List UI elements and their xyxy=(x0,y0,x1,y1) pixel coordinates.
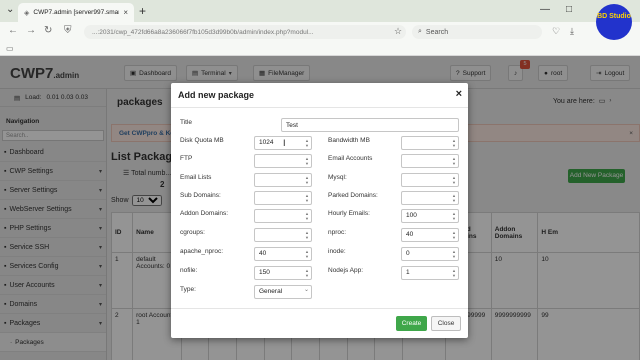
email-lists-input[interactable]: ▲ ▼ xyxy=(254,173,312,187)
inode-label: inode: xyxy=(328,248,346,255)
nproc-label: nproc: xyxy=(328,229,347,236)
pocket-icon[interactable]: ♡ xyxy=(552,26,560,37)
stepper-icon[interactable]: ▲ ▼ xyxy=(452,230,456,240)
type-value: General xyxy=(259,288,283,295)
url-field[interactable]: ...:2031/cwp_472fd66a8a236066f7fb105d3d9… xyxy=(84,25,406,39)
add-package-modal: Add new package × Title Disk Quota MB 10… xyxy=(171,83,468,338)
modal-footer: Create Close xyxy=(171,308,468,338)
type-select[interactable]: General ⌄ xyxy=(254,285,312,299)
forward-icon[interactable]: → xyxy=(26,25,36,36)
bandwidth-label: Bandwidth MB xyxy=(328,137,370,144)
nproc-input[interactable]: 40 ▲ ▼ xyxy=(401,228,459,242)
nofile-value: 150 xyxy=(259,269,270,276)
apache-nproc-value: 40 xyxy=(259,250,267,257)
stepper-icon[interactable]: ▲ ▼ xyxy=(305,175,309,185)
stepper-icon[interactable]: ▲ ▼ xyxy=(305,230,309,240)
modal-close-icon[interactable]: × xyxy=(456,88,462,100)
sub-domains-input[interactable]: ▲ ▼ xyxy=(254,191,312,205)
site-shield-icon[interactable]: ⛨ xyxy=(64,25,72,36)
nodejs-app-input[interactable]: 1 ▲ ▼ xyxy=(401,266,459,280)
browser-tab[interactable]: ◈ CWP7.admin [server997.smarth... × xyxy=(18,3,134,22)
chevron-down-icon: ⌄ xyxy=(303,287,309,293)
parked-domains-input[interactable]: ▲ ▼ xyxy=(401,191,459,205)
stepper-icon[interactable]: ▲ ▼ xyxy=(305,249,309,259)
folder-icon[interactable]: ▭ xyxy=(6,44,14,53)
stepper-icon[interactable]: ▲ ▼ xyxy=(452,211,456,221)
addon-domains-label: Addon Domains: xyxy=(180,210,229,217)
browser-tab-strip: ⌄ ◈ CWP7.admin [server997.smarth... × + … xyxy=(0,0,640,22)
bandwidth-input[interactable]: ▲ ▼ xyxy=(401,136,459,150)
parked-domains-label: Parked Domains: xyxy=(328,192,378,199)
mysql-label: Mysql: xyxy=(328,174,347,181)
tab-title: CWP7.admin [server997.smarth... xyxy=(33,9,120,16)
new-tab-icon[interactable]: + xyxy=(139,4,146,18)
ftp-input[interactable]: ▲ ▼ xyxy=(254,154,312,168)
stepper-icon[interactable]: ▲ ▼ xyxy=(452,138,456,148)
nodejs-app-label: Nodejs App: xyxy=(328,267,364,274)
apache-nproc-label: apache_nproc: xyxy=(180,248,224,255)
hourly-emails-input[interactable]: 100 ▲ ▼ xyxy=(401,209,459,223)
email-accounts-input[interactable]: ▲ ▼ xyxy=(401,154,459,168)
title-input[interactable] xyxy=(281,118,459,132)
cgroups-input[interactable]: ▲ ▼ xyxy=(254,228,312,242)
disk-quota-label: Disk Quota MB xyxy=(180,137,224,144)
reload-icon[interactable]: ↻ xyxy=(44,25,52,36)
modal-header: Add new package × xyxy=(171,83,468,108)
stepper-icon[interactable]: ▲ ▼ xyxy=(305,193,309,203)
email-accounts-label: Email Accounts xyxy=(328,155,373,162)
sub-domains-label: Sub Domains: xyxy=(180,192,221,199)
disk-quota-value: 1024 xyxy=(259,139,274,146)
inode-input[interactable]: 0 ▲ ▼ xyxy=(401,247,459,261)
nofile-label: nofile: xyxy=(180,267,198,274)
nofile-input[interactable]: 150 ▲ ▼ xyxy=(254,266,312,280)
modal-title: Add new package xyxy=(178,90,255,100)
browser-search-field[interactable]: ⌕ Search xyxy=(412,25,542,39)
tab-list-icon[interactable]: ⌄ xyxy=(6,4,14,15)
stepper-icon[interactable]: ▲ ▼ xyxy=(452,175,456,185)
channel-logo: BD Studio xyxy=(596,4,632,40)
close-button[interactable]: Close xyxy=(431,316,461,331)
text-cursor-icon: I xyxy=(283,138,286,148)
close-tab-icon[interactable]: × xyxy=(123,8,128,17)
stepper-icon[interactable]: ▲ ▼ xyxy=(305,211,309,221)
hourly-emails-value: 100 xyxy=(406,212,417,219)
url-text: ...:2031/cwp_472fd66a8a236066f7fb105d3d9… xyxy=(92,28,314,36)
minimize-icon[interactable]: — xyxy=(540,4,550,15)
stepper-icon[interactable]: ▲ ▼ xyxy=(305,268,309,278)
hourly-emails-label: Hourly Emails: xyxy=(328,210,370,217)
bookmarks-bar: ▭ xyxy=(0,42,640,56)
stepper-icon[interactable]: ▲ ▼ xyxy=(452,249,456,259)
browser-search-placeholder: Search xyxy=(425,28,449,36)
inode-value: 0 xyxy=(406,250,410,257)
create-button[interactable]: Create xyxy=(396,316,427,331)
stepper-icon[interactable]: ▲ ▼ xyxy=(452,268,456,278)
ftp-label: FTP xyxy=(180,155,193,162)
downloads-icon[interactable]: ⤓ xyxy=(570,26,574,37)
title-label: Title xyxy=(180,119,193,126)
addon-domains-input[interactable]: ▲ ▼ xyxy=(254,209,312,223)
nproc-value: 40 xyxy=(406,231,414,238)
stepper-icon[interactable]: ▲ ▼ xyxy=(452,156,456,166)
stepper-icon[interactable]: ▲ ▼ xyxy=(305,138,309,148)
nodejs-app-value: 1 xyxy=(406,269,410,276)
maximize-icon[interactable]: □ xyxy=(566,4,572,15)
type-label: Type: xyxy=(180,286,196,293)
cgroups-label: cgroups: xyxy=(180,229,205,236)
stepper-icon[interactable]: ▲ ▼ xyxy=(452,193,456,203)
stepper-icon[interactable]: ▲ ▼ xyxy=(305,156,309,166)
shield-icon: ◈ xyxy=(24,9,30,17)
back-icon[interactable]: ← xyxy=(8,25,18,36)
email-lists-label: Email Lists xyxy=(180,174,212,181)
address-bar-row: ← → ↻ ⛨ ...:2031/cwp_472fd66a8a236066f7f… xyxy=(0,22,640,42)
mysql-input[interactable]: ▲ ▼ xyxy=(401,173,459,187)
bookmark-star-icon[interactable]: ☆ xyxy=(394,26,402,37)
apache-nproc-input[interactable]: 40 ▲ ▼ xyxy=(254,247,312,261)
search-icon: ⌕ xyxy=(418,28,422,35)
